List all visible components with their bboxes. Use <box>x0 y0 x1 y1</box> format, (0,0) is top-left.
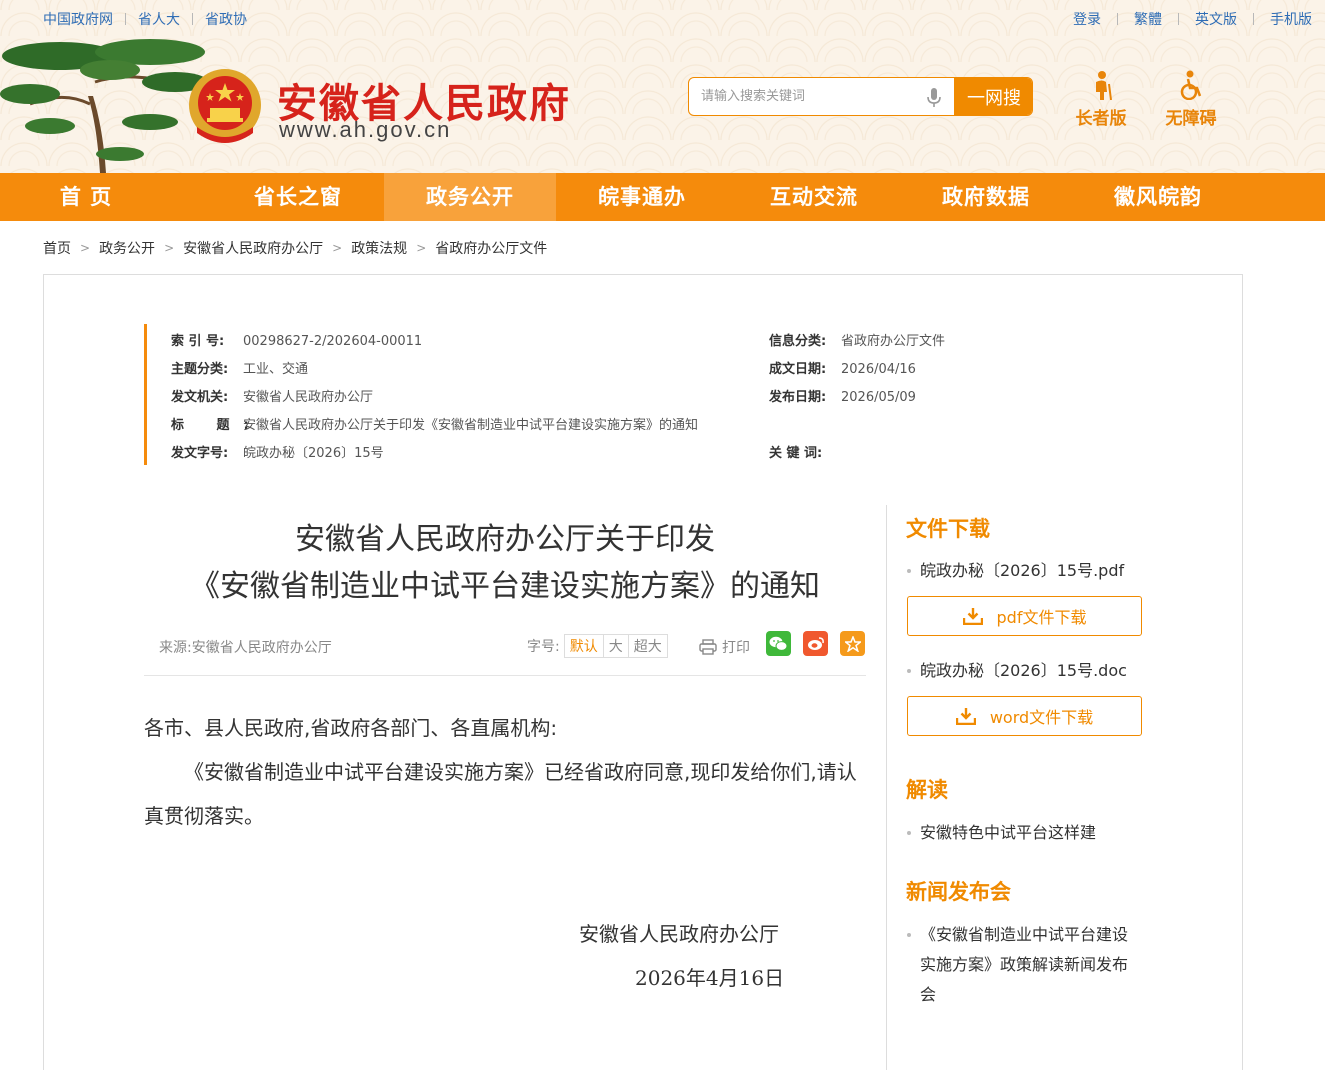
nav-item-governor[interactable]: 省长之窗 <box>212 173 384 221</box>
font-size-default[interactable]: 默认 <box>565 635 603 657</box>
wechat-share-button[interactable] <box>766 631 791 656</box>
interpretation-heading: 解读 <box>906 778 948 802</box>
divider <box>1117 13 1118 25</box>
article-title-line2: 《安徽省制造业中试平台建设实施方案》的通知 <box>190 569 820 604</box>
top-links-left: 中国政府网 省人大 省政协 <box>43 9 247 29</box>
article-source: 来源:安徽省人民政府办公厅 <box>159 640 332 656</box>
link-provincial-congress[interactable]: 省人大 <box>138 9 180 29</box>
document-meta: 索 引 号: 00298627-2/202604-00011 主题分类: 工业、交通… <box>144 324 1144 465</box>
divider <box>192 13 193 25</box>
favorite-star-icon <box>844 635 861 652</box>
font-size-label: 字号: <box>527 639 560 655</box>
divider <box>1178 13 1179 25</box>
meta-created: 成文日期: 2026/04/16 <box>769 362 916 377</box>
top-links-right: 登录 繁體 英文版 手机版 <box>1073 9 1312 29</box>
press-conference-link[interactable]: 《安徽省制造业中试平台建设实施方案》政策解读新闻发布会 <box>906 920 1142 1010</box>
pdf-file-name: 皖政办秘〔2026〕15号.pdf <box>906 556 1146 586</box>
font-size-large[interactable]: 大 <box>602 635 628 657</box>
press-conference-heading: 新闻发布会 <box>906 880 1011 904</box>
chevron-right-icon: > <box>416 241 427 255</box>
breadcrumb-office-docs[interactable]: 省政府办公厅文件 <box>435 238 547 258</box>
search-input[interactable] <box>689 78 954 115</box>
print-button[interactable]: 打印 <box>699 637 750 657</box>
divider <box>1253 13 1254 25</box>
main-nav: 首 页 省长之窗 政务公开 皖事通办 互动交流 政府数据 徽风皖韵 <box>0 173 1325 221</box>
chevron-right-icon: > <box>164 241 175 255</box>
search-button[interactable]: 一网搜 <box>954 78 1032 115</box>
nav-item-gov-affairs[interactable]: 政务公开 <box>384 173 556 221</box>
font-size-control: 字号: 默认 大 超大 <box>527 634 668 658</box>
elder-mode-label: 长者版 <box>1075 109 1127 129</box>
print-label: 打印 <box>722 640 750 656</box>
article-title-line1: 安徽省人民政府办公厅关于印发 <box>295 522 715 557</box>
nav-item-gov-data[interactable]: 政府数据 <box>900 173 1072 221</box>
word-download-label: word文件下载 <box>989 708 1094 727</box>
nav-item-services[interactable]: 皖事通办 <box>556 173 728 221</box>
breadcrumb-gov-affairs[interactable]: 政务公开 <box>99 238 155 258</box>
mobile-link[interactable]: 手机版 <box>1270 9 1312 29</box>
breadcrumb: 首页 > 政务公开 > 安徽省人民政府办公厅 > 政策法规 > 省政府办公厅文件 <box>43 238 547 258</box>
article-signer: 安徽省人民政府办公厅 <box>579 922 779 946</box>
pdf-download-label: pdf文件下载 <box>996 608 1087 627</box>
download-icon <box>962 608 983 625</box>
favorite-button[interactable] <box>840 631 865 656</box>
article-paragraph: 《安徽省制造业中试平台建设实施方案》已经省政府同意,现印发给你们,请认真贯彻落实… <box>144 760 857 828</box>
breadcrumb-home[interactable]: 首页 <box>43 238 71 258</box>
site-url: www.ah.gov.cn <box>279 117 452 142</box>
meta-keywords: 关 键 词: <box>769 446 823 461</box>
article-salutation: 各市、县人民政府,省政府各部门、各直属机构: <box>144 716 558 740</box>
article-date: 2026年4月16日 <box>635 966 785 990</box>
printer-icon <box>699 639 717 655</box>
pine-tree-icon <box>0 39 208 173</box>
meta-index-no: 索 引 号: 00298627-2/202604-00011 <box>171 334 423 349</box>
accessibility-button[interactable]: 无障碍 <box>1156 68 1226 129</box>
breadcrumb-general-office[interactable]: 安徽省人民政府办公厅 <box>183 238 323 258</box>
elder-icon <box>1096 71 1112 100</box>
breadcrumb-policy[interactable]: 政策法规 <box>351 238 407 258</box>
downloads-heading: 文件下载 <box>906 517 990 541</box>
microphone-icon[interactable] <box>927 88 941 108</box>
meta-issuer: 发文机关: 安徽省人民政府办公厅 <box>171 390 374 405</box>
article-title: 安徽省人民政府办公厅关于印发 《安徽省制造业中试平台建设实施方案》的通知 <box>144 516 866 610</box>
font-size-xlarge[interactable]: 超大 <box>627 635 667 657</box>
download-icon <box>955 708 976 725</box>
meta-topic: 主题分类: 工业、交通 <box>171 362 309 377</box>
divider <box>125 13 126 25</box>
sidebar-divider <box>886 505 887 1070</box>
meta-doc-no: 发文字号: 皖政办秘〔2026〕15号 <box>171 446 384 461</box>
nav-item-interaction[interactable]: 互动交流 <box>728 173 900 221</box>
meta-published: 发布日期: 2026/05/09 <box>769 390 916 405</box>
national-emblem-icon <box>189 69 261 143</box>
elder-mode-button[interactable]: 长者版 <box>1066 68 1136 129</box>
pdf-download-button[interactable]: pdf文件下载 <box>907 596 1142 636</box>
login-link[interactable]: 登录 <box>1073 9 1101 29</box>
wheelchair-icon <box>1180 70 1202 100</box>
article-body: 各市、县人民政府,省政府各部门、各直属机构: 《安徽省制造业中试平台建设实施方案… <box>144 706 866 838</box>
meta-title: 标 题:安徽省人民政府办公厅关于印发《安徽省制造业中试平台建设实施方案》的通知 <box>171 418 699 433</box>
traditional-chinese-link[interactable]: 繁體 <box>1134 9 1162 29</box>
chevron-right-icon: > <box>80 241 91 255</box>
article-toolbar: 来源:安徽省人民政府办公厅 字号: 默认 大 超大 打印 <box>144 628 866 676</box>
doc-file-name: 皖政办秘〔2026〕15号.doc <box>906 656 1146 686</box>
search-box: 一网搜 <box>688 77 1033 116</box>
weibo-share-button[interactable] <box>803 631 828 656</box>
word-download-button[interactable]: word文件下载 <box>907 696 1142 736</box>
accessibility-label: 无障碍 <box>1165 109 1217 129</box>
link-gov-cn[interactable]: 中国政府网 <box>43 9 113 29</box>
meta-info-category: 信息分类: 省政府办公厅文件 <box>769 334 946 349</box>
nav-item-home[interactable]: 首 页 <box>0 173 212 221</box>
wechat-icon <box>769 636 788 651</box>
chevron-right-icon: > <box>332 241 343 255</box>
weibo-icon <box>807 637 824 650</box>
link-provincial-cppcc[interactable]: 省政协 <box>205 9 247 29</box>
english-link[interactable]: 英文版 <box>1195 9 1237 29</box>
interpretation-link[interactable]: 安徽特色中试平台这样建 <box>906 818 1146 848</box>
nav-item-culture[interactable]: 徽风皖韵 <box>1072 173 1244 221</box>
